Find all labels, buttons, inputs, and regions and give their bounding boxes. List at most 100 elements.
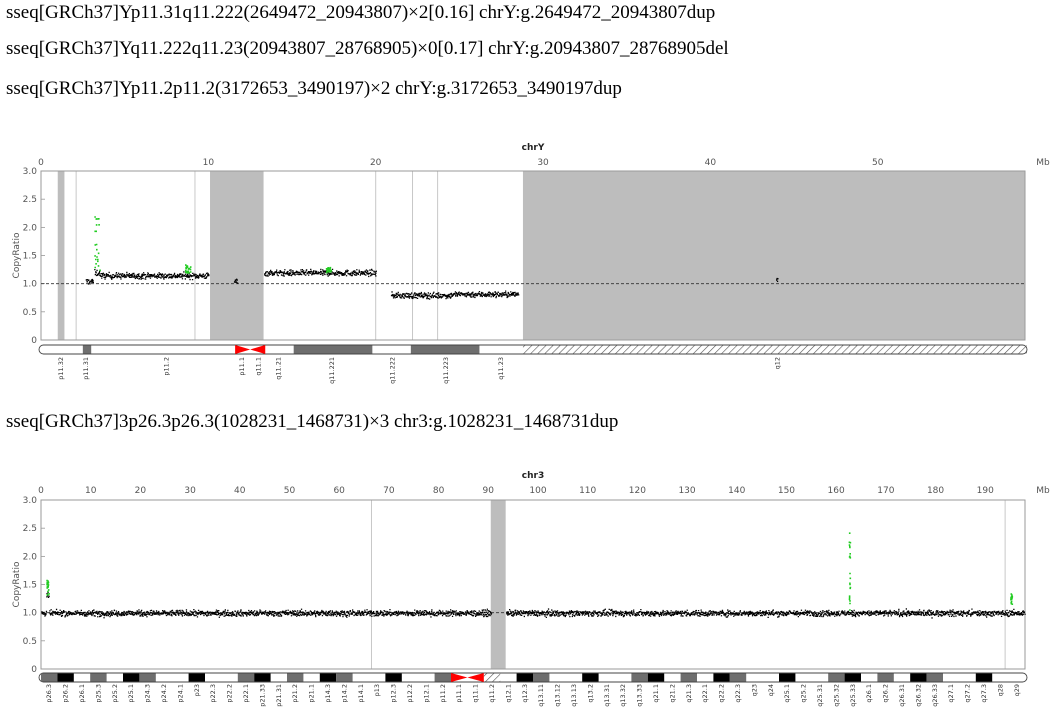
- x-tick-label: 50: [284, 486, 296, 496]
- x-tick-label: 190: [977, 486, 994, 496]
- masked-region: [210, 171, 264, 340]
- y-tick-label: 3.0: [23, 496, 38, 506]
- band-label: p23: [193, 684, 201, 696]
- ideogram-band: [729, 673, 747, 682]
- band-label: q13.32: [619, 684, 627, 707]
- band-label: p24.3: [144, 684, 152, 703]
- ideogram-band: [680, 673, 697, 682]
- band-label: q11.23: [497, 357, 505, 380]
- charts-canvas: chrY 0 10 20 30 40 50 Mb 0 0.5 1.0 1.5 2.0 2.5 3.0 Copy…: [0, 0, 1053, 722]
- band-label: p11.2: [439, 684, 447, 703]
- y-tick-label: 0: [31, 665, 37, 675]
- band-label: q11.222: [388, 357, 396, 384]
- x-tick-label: 100: [529, 486, 546, 496]
- band-label: p25.2: [111, 684, 119, 703]
- ideogram-band: [237, 673, 255, 682]
- x-tick-label: 110: [579, 486, 596, 496]
- band-label: p12.2: [406, 684, 414, 703]
- band-label: p21.2: [291, 684, 299, 703]
- band-label: p14.3: [324, 684, 332, 703]
- y-tick-label: 2.0: [23, 552, 38, 562]
- band-label: p22.1: [242, 684, 250, 703]
- band-label: q29: [1013, 684, 1021, 696]
- band-label: q11.1: [255, 357, 263, 376]
- ideogram-band: [844, 673, 861, 682]
- y-tick-label: 1.0: [23, 280, 38, 290]
- band-label: q26.1: [865, 684, 873, 703]
- ideogram-band: [828, 673, 845, 682]
- band-label: p11.1: [238, 357, 246, 376]
- ideogram-band: [41, 673, 58, 682]
- y-tick-label: 2.0: [23, 223, 38, 233]
- data-segment: [41, 610, 48, 617]
- y-tick-label: 1.0: [23, 609, 38, 619]
- masked-region: [490, 500, 506, 669]
- ideogram-band: [631, 673, 648, 682]
- y-tick-label: 1.5: [23, 581, 37, 591]
- ideogram-band: [254, 673, 271, 682]
- data-segment: [506, 608, 1026, 619]
- data-segment: [451, 290, 520, 299]
- band-label: q13.11: [537, 684, 545, 707]
- band-label: p22.2: [226, 684, 234, 703]
- ideogram-band: [188, 673, 205, 682]
- band-label: q26.33: [931, 684, 939, 707]
- band-label: q13.31: [603, 684, 611, 707]
- band-label: q11.223: [442, 357, 450, 384]
- ideogram-band: [336, 673, 353, 682]
- plot-frame: [40, 499, 1026, 670]
- band-label: q11.1: [472, 684, 480, 703]
- ideogram-band: [123, 673, 140, 682]
- x-tick-label: 40: [705, 158, 717, 168]
- y-tick-label: 0.5: [23, 308, 37, 318]
- x-tick-label: 50: [872, 158, 884, 168]
- x-tick-label: 10: [203, 158, 215, 168]
- band-label: q23: [750, 684, 758, 696]
- band-label: p11.1: [455, 684, 463, 703]
- x-tick-label: 20: [135, 486, 147, 496]
- band-label: q25.2: [800, 684, 808, 703]
- band-label: q26.2: [882, 684, 890, 703]
- band-label: p26.1: [78, 684, 86, 703]
- band-label: q25.31: [816, 684, 824, 707]
- band-label: p24.1: [176, 684, 184, 703]
- band-label: q26.32: [914, 684, 922, 707]
- band-label: q27.3: [980, 684, 988, 703]
- x-tick-label: 80: [433, 486, 445, 496]
- x-tick-label: 30: [184, 486, 196, 496]
- y-tick-label: 2.5: [23, 524, 37, 534]
- y-axis-label: CopyRatio: [12, 232, 22, 278]
- x-tick-label: 60: [333, 486, 345, 496]
- band-label: p21.31: [275, 684, 283, 707]
- band-label: p14.2: [340, 684, 348, 703]
- highlight-points: [184, 264, 192, 274]
- highlight-points: [325, 266, 333, 274]
- data-segment: [390, 291, 453, 300]
- band-label: q22.1: [701, 684, 709, 703]
- y-tick-label: 0: [31, 336, 37, 346]
- x-tick-label: 40: [234, 486, 246, 496]
- x-unit-label: Mb: [1036, 158, 1050, 168]
- x-tick-label: 10: [85, 486, 97, 496]
- x-tick-label: 90: [483, 486, 495, 496]
- ideogram-band: [975, 673, 993, 682]
- band-label: p11.31: [82, 357, 90, 380]
- band-label: q24: [767, 684, 775, 696]
- ideogram-band: [926, 673, 943, 682]
- band-label: q21.3: [685, 684, 693, 703]
- charts-svg: chrY 0 10 20 30 40 50 Mb 0 0.5 1.0 1.5 2.0 2.5 3.0 Copy…: [12, 143, 1050, 707]
- band-label: p12.1: [422, 684, 430, 703]
- ideogram-heterochromatin: [483, 673, 501, 682]
- ideogram-band: [910, 673, 927, 682]
- band-label: p11.2: [163, 357, 171, 376]
- band-label: q11.21: [275, 357, 283, 380]
- y-tick-label: 3.0: [23, 167, 38, 177]
- band-label: q21.2: [668, 684, 676, 703]
- x-tick-label: 70: [383, 486, 395, 496]
- ideogram-band: [293, 345, 373, 354]
- band-label: q13.33: [636, 684, 644, 707]
- ideogram-band: [713, 673, 730, 682]
- band-label: q25.1: [783, 684, 791, 703]
- band-label: p26.3: [45, 684, 53, 703]
- ideogram-band: [434, 673, 451, 682]
